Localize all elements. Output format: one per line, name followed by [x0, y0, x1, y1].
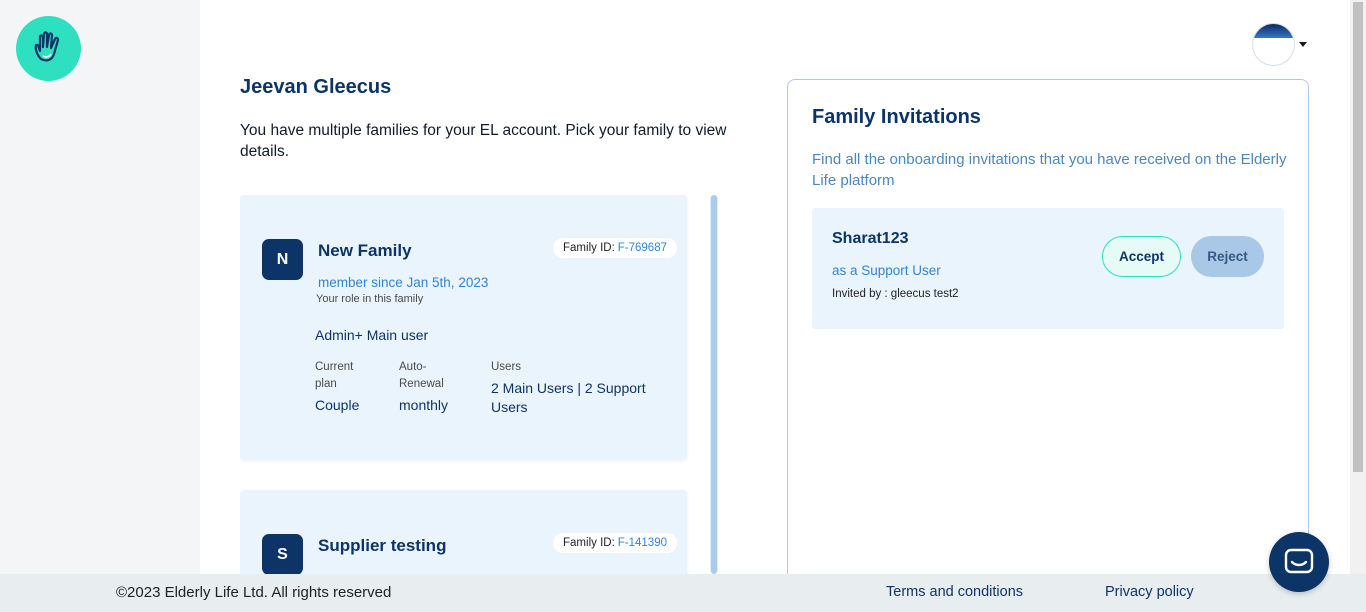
- page-scrollbar-thumb[interactable]: [1353, 2, 1363, 472]
- family-invitations-panel: Family Invitations Find all the onboardi…: [787, 79, 1309, 589]
- family-id-label: Family ID:: [563, 242, 615, 254]
- family-name: Supplier testing: [318, 536, 447, 555]
- avatar[interactable]: [1252, 23, 1295, 66]
- role-label: Your role in this family: [316, 293, 424, 305]
- family-id-label: Family ID:: [563, 537, 615, 549]
- caret-down-icon[interactable]: [1299, 42, 1307, 47]
- users-value: 2 Main Users | 2 Support Users: [491, 380, 646, 415]
- member-since: member since Jan 5th, 2023: [318, 275, 489, 290]
- reject-button[interactable]: Reject: [1191, 236, 1264, 277]
- terms-link[interactable]: Terms and conditions: [886, 584, 1023, 600]
- invited-by: Invited by : gleecus test2: [832, 288, 959, 300]
- users-label: Users: [491, 361, 522, 373]
- plan-label: Current plan: [315, 361, 354, 390]
- family-list-scrollbar[interactable]: [710, 195, 718, 574]
- chat-icon[interactable]: [1269, 532, 1329, 592]
- family-card[interactable]: N New Family Family ID: F-769687 member s…: [240, 195, 687, 460]
- role-value: Admin+ Main user: [315, 327, 429, 343]
- family-id-badge: Family ID: F-141390: [553, 533, 677, 553]
- family-initial-badge: S: [262, 534, 303, 574]
- family-card[interactable]: S Supplier testing Family ID: F-141390: [240, 490, 687, 574]
- intro-text: You have multiple families for your EL a…: [240, 122, 727, 160]
- privacy-link[interactable]: Privacy policy: [1105, 584, 1194, 600]
- hand-logo-icon[interactable]: [16, 16, 81, 81]
- profile-menu[interactable]: [1252, 23, 1307, 66]
- copyright-text: ©2023 Elderly Life Ltd. All rights reser…: [116, 584, 392, 601]
- family-list-scrollbar-thumb[interactable]: [711, 195, 717, 574]
- page-scrollbar[interactable]: [1350, 0, 1366, 574]
- renewal-label: Auto-Renewal: [399, 361, 444, 390]
- footer: ©2023 Elderly Life Ltd. All rights reser…: [0, 574, 1366, 612]
- invitation-card: Sharat123 as a Support User Invited by :…: [812, 208, 1284, 329]
- plan-value: Couple: [315, 397, 360, 413]
- renewal-value: monthly: [399, 397, 449, 413]
- invitation-role: as a Support User: [832, 263, 941, 278]
- family-list: N New Family Family ID: F-769687 member s…: [240, 195, 720, 574]
- family-name: New Family: [318, 241, 412, 260]
- family-id-value: F-769687: [617, 242, 667, 254]
- accept-button[interactable]: Accept: [1102, 236, 1181, 277]
- page-title: Jeevan Gleecus: [240, 76, 392, 98]
- invitations-description: Find all the onboarding invitations that…: [812, 151, 1287, 189]
- invitations-title: Family Invitations: [812, 106, 981, 128]
- family-initial-badge: N: [262, 239, 303, 280]
- left-rail: [0, 0, 200, 574]
- family-id-value: F-141390: [617, 537, 667, 549]
- family-id-badge: Family ID: F-769687: [553, 238, 677, 258]
- invitation-name: Sharat123: [832, 230, 909, 247]
